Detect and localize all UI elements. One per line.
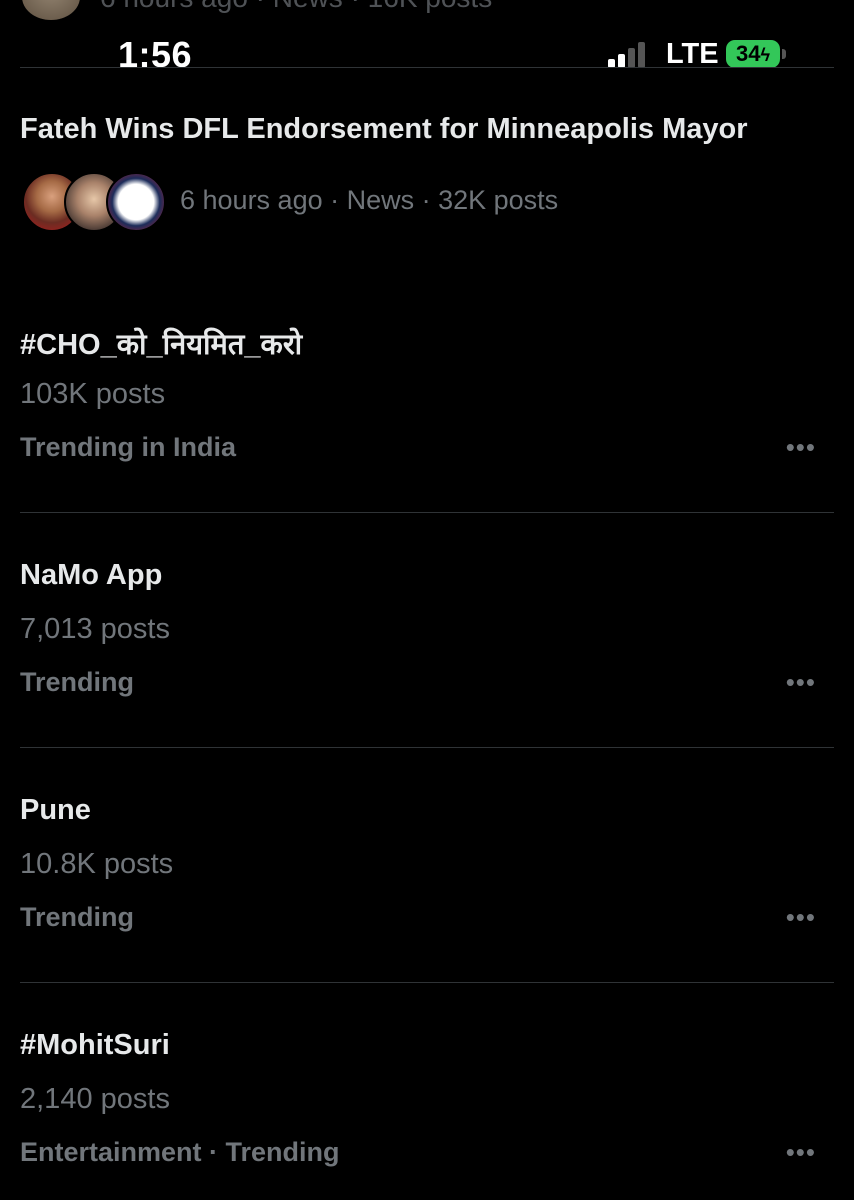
trend-post-count: 10.8K posts [20, 848, 174, 880]
battery-tip [782, 49, 786, 59]
trend-title: #MohitSuri [20, 1029, 170, 1061]
trend-item[interactable]: #MohitSuri 2,140 posts Entertainment · T… [20, 1029, 834, 1199]
trend-item[interactable]: #CHO_को_नियमित_करो 103K posts Trending i… [20, 324, 834, 524]
more-icon[interactable]: ••• [786, 667, 816, 697]
divider [20, 982, 834, 983]
divider [20, 747, 834, 748]
trend-context: Trending [20, 902, 134, 932]
trend-post-count: 2,140 posts [20, 1083, 170, 1115]
trend-context: Entertainment · Trending [20, 1137, 340, 1167]
trend-context: Trending [20, 667, 134, 697]
scrolled-meta: 6 hours ago · News · 16K posts [100, 0, 492, 14]
battery-level: 34 [735, 41, 761, 66]
charging-bolt-icon: ϟ [760, 45, 770, 65]
news-meta: 6 hours ago · News · 32K posts [180, 185, 559, 215]
scrolled-avatar [22, 0, 80, 20]
cellular-signal-icon [608, 42, 652, 68]
trend-title: Pune [20, 794, 91, 826]
trend-item[interactable]: Pune 10.8K posts Trending ••• [20, 794, 834, 994]
more-icon[interactable]: ••• [786, 902, 816, 932]
battery-icon: 34ϟ [726, 40, 780, 68]
trend-title: #CHO_को_नियमित_करो [20, 329, 303, 361]
avatar [106, 172, 166, 232]
trend-context: Trending in India [20, 432, 236, 462]
news-trend-item[interactable]: Fateh Wins DFL Endorsement for Minneapol… [20, 105, 834, 235]
status-bar: 6 hours ago · News · 16K posts 1:56 LTE … [0, 0, 854, 90]
more-icon[interactable]: ••• [786, 1137, 816, 1167]
more-icon[interactable]: ••• [786, 432, 816, 462]
trend-item[interactable]: NaMo App 7,013 posts Trending ••• [20, 559, 834, 759]
divider [20, 67, 834, 68]
trend-post-count: 7,013 posts [20, 613, 170, 645]
avatar-stack [22, 172, 166, 232]
trend-title: NaMo App [20, 559, 163, 591]
status-time: 1:56 [118, 34, 193, 75]
divider [20, 512, 834, 513]
news-title: Fateh Wins DFL Endorsement for Minneapol… [20, 113, 748, 145]
trend-post-count: 103K posts [20, 378, 166, 410]
